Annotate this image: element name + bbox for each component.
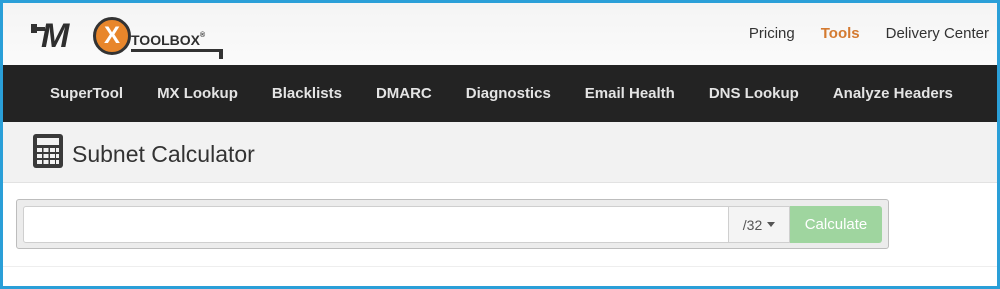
nav-item-supertool[interactable]: SuperTool [33, 85, 140, 102]
nav-item-dmarc[interactable]: DMARC [359, 85, 449, 102]
nav-item-analyze-headers[interactable]: Analyze Headers [816, 85, 970, 102]
page-frame: M X TOOLBOX® Pricing Tools Delivery Cent… [0, 0, 1000, 289]
top-header: M X TOOLBOX® Pricing Tools Delivery Cent… [3, 3, 997, 65]
top-link-pricing[interactable]: Pricing [749, 25, 795, 42]
logo-x-circle: X [93, 17, 131, 55]
logo-m: M [41, 17, 69, 55]
title-band: Subnet Calculator [3, 122, 997, 183]
subnet-mask-value: /32 [742, 216, 763, 233]
nav-item-dns-lookup[interactable]: DNS Lookup [692, 85, 816, 102]
logo-wordmark-text: TOOLBOX [131, 32, 200, 48]
logo-tail [219, 49, 223, 59]
subnet-form: /32 Calculate [16, 199, 889, 249]
page-title: Subnet Calculator [72, 141, 255, 167]
ip-address-input[interactable] [23, 206, 729, 243]
top-links: Pricing Tools Delivery Center [749, 25, 989, 42]
mxtoolbox-logo[interactable]: M X TOOLBOX® [31, 15, 231, 59]
nav-item-blacklists[interactable]: Blacklists [255, 85, 359, 102]
logo-wordmark: TOOLBOX® [131, 32, 205, 48]
divider [3, 266, 997, 267]
logo-underline [131, 49, 223, 52]
calculate-button[interactable]: Calculate [790, 206, 882, 243]
subnet-mask-dropdown[interactable]: /32 [729, 206, 790, 243]
main-nav: SuperTool MX Lookup Blacklists DMARC Dia… [3, 65, 997, 122]
logo-registered: ® [199, 32, 206, 39]
nav-item-mx-lookup[interactable]: MX Lookup [140, 85, 255, 102]
top-link-delivery-center[interactable]: Delivery Center [886, 25, 989, 42]
chevron-down-icon [767, 222, 776, 227]
nav-item-email-health[interactable]: Email Health [568, 85, 692, 102]
nav-item-diagnostics[interactable]: Diagnostics [449, 85, 568, 102]
calculator-icon [33, 134, 63, 168]
top-link-tools[interactable]: Tools [821, 25, 860, 42]
